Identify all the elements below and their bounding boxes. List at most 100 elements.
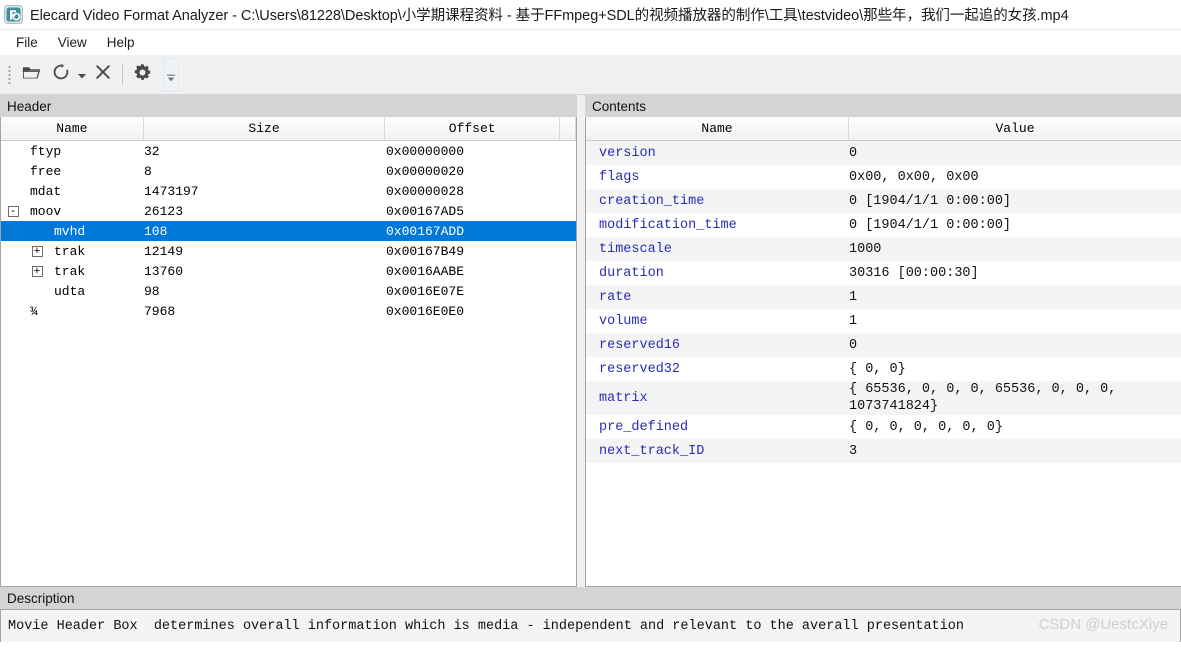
row-name-label: mdat xyxy=(30,183,62,199)
row-size-cell: 1473197 xyxy=(144,183,199,199)
column-header-content-value[interactable]: Value xyxy=(849,117,1181,140)
property-value: 0 xyxy=(849,337,858,353)
table-row[interactable]: ftyp 32 0x00000000 xyxy=(1,141,576,161)
header-panel: Header Name Size Offset ftyp 32 0x00000000… xyxy=(0,95,577,587)
list-item[interactable]: matrix { 65536, 0, 0, 0, 65536, 0, 0, 0, … xyxy=(586,381,1181,415)
property-name: rate xyxy=(599,289,632,305)
property-value: 30316 [00:00:30] xyxy=(849,265,979,281)
table-row[interactable]: udta 98 0x0016E07E xyxy=(1,281,576,301)
property-name: reserved32 xyxy=(599,361,681,377)
table-row[interactable]: mvhd 108 0x00167ADD xyxy=(1,221,576,241)
row-name-label: trak xyxy=(54,263,86,279)
row-name-label: ftyp xyxy=(30,143,62,159)
property-name: duration xyxy=(599,265,664,281)
contents-table-body: Name Value version 0 flags 0x00, 0x00, 0x00… xyxy=(585,117,1181,587)
row-size-cell: 8 xyxy=(144,163,152,179)
property-name: volume xyxy=(599,313,648,329)
contents-panel: Contents Name Value version 0 flags 0x00, 0… xyxy=(585,95,1181,587)
property-value: 1 xyxy=(849,313,858,329)
row-size-cell: 13760 xyxy=(144,263,184,279)
list-item[interactable]: duration 30316 [00:00:30] xyxy=(586,261,1181,285)
property-name: pre_defined xyxy=(599,419,689,435)
description-caption: Description xyxy=(0,587,1181,609)
folder-open-icon xyxy=(22,64,41,86)
toolbar-separator xyxy=(122,64,123,85)
caret-down-icon xyxy=(78,66,86,84)
property-name: reserved16 xyxy=(599,337,681,353)
collapse-icon[interactable]: - xyxy=(7,205,19,217)
row-name-cell: mdat xyxy=(1,184,144,199)
column-header-name[interactable]: Name xyxy=(1,117,144,140)
row-offset-cell: 0x00000000 xyxy=(386,143,465,159)
row-offset-cell: 0x0016E07E xyxy=(386,283,465,299)
row-offset-cell: 0x0016AABE xyxy=(386,263,465,279)
list-item[interactable]: creation_time 0 [1904/1/1 0:00:00] xyxy=(586,189,1181,213)
column-header-size[interactable]: Size xyxy=(143,117,386,140)
expander-slot: + xyxy=(25,265,49,277)
property-name: modification_time xyxy=(599,217,737,233)
list-item[interactable]: reserved32 { 0, 0} xyxy=(586,357,1181,381)
table-row[interactable]: + trak 12149 0x00167B49 xyxy=(1,241,576,261)
property-value: 3 xyxy=(849,443,858,459)
property-name: flags xyxy=(599,169,640,185)
row-name-cell: udta xyxy=(1,284,144,299)
row-size-cell: 32 xyxy=(144,143,160,159)
row-offset-cell: 0x00167B49 xyxy=(386,243,465,259)
table-row[interactable]: + trak 13760 0x0016AABE xyxy=(1,261,576,281)
close-x-icon xyxy=(95,64,111,85)
column-header-offset[interactable]: Offset xyxy=(385,117,561,140)
table-row[interactable]: free 8 0x00000020 xyxy=(1,161,576,181)
refresh-button[interactable] xyxy=(46,61,76,89)
description-body: Movie Header Box determines overall info… xyxy=(0,609,1181,642)
row-size-cell: 26123 xyxy=(144,203,184,219)
row-name-cell: + trak xyxy=(1,264,144,279)
table-row[interactable]: - moov 26123 0x00167AD5 xyxy=(1,201,576,221)
list-item[interactable]: flags 0x00, 0x00, 0x00 xyxy=(586,165,1181,189)
list-item[interactable]: rate 1 xyxy=(586,285,1181,309)
open-file-button[interactable] xyxy=(16,61,46,89)
expander-slot: + xyxy=(25,245,49,257)
expand-icon[interactable]: + xyxy=(31,245,43,257)
list-item[interactable]: reserved16 0 xyxy=(586,333,1181,357)
list-item[interactable]: timescale 1000 xyxy=(586,237,1181,261)
row-offset-cell: 0x0016E0E0 xyxy=(386,303,465,319)
row-offset-cell: 0x00000020 xyxy=(386,163,465,179)
row-size-cell: 7968 xyxy=(144,303,176,319)
list-item[interactable]: version 0 xyxy=(586,141,1181,165)
list-item[interactable]: modification_time 0 [1904/1/1 0:00:00] xyxy=(586,213,1181,237)
header-tree-body: Name Size Offset ftyp 32 0x00000000 free 8 0x… xyxy=(0,117,577,587)
watermark-text: CSDN @UestcXiye xyxy=(1038,616,1168,633)
row-name-cell: mvhd xyxy=(1,224,144,239)
property-value: 0 xyxy=(849,145,858,161)
property-name: timescale xyxy=(599,241,672,257)
refresh-control xyxy=(46,61,88,89)
list-item[interactable]: pre_defined { 0, 0, 0, 0, 0, 0} xyxy=(586,415,1181,439)
list-item[interactable]: next_track_ID 3 xyxy=(586,439,1181,463)
row-name-label: moov xyxy=(30,203,62,219)
row-name-label: ¾ xyxy=(30,303,38,319)
property-value: 0 [1904/1/1 0:00:00] xyxy=(849,193,1012,209)
panel-splitter[interactable] xyxy=(577,95,585,587)
list-item[interactable]: volume 1 xyxy=(586,309,1181,333)
column-header-content-name[interactable]: Name xyxy=(586,117,849,140)
property-value: 0 [1904/1/1 0:00:00] xyxy=(849,217,1012,233)
row-size-cell: 12149 xyxy=(144,243,184,259)
row-size-cell: 98 xyxy=(144,283,160,299)
settings-button[interactable] xyxy=(127,61,157,89)
table-row[interactable]: mdat 1473197 0x00000028 xyxy=(1,181,576,201)
expander-slot: - xyxy=(1,205,25,217)
menu-item-file[interactable]: File xyxy=(6,32,48,53)
contents-panel-caption: Contents xyxy=(585,95,1181,117)
menu-item-help[interactable]: Help xyxy=(97,32,145,53)
property-name: version xyxy=(599,145,656,161)
menu-item-view[interactable]: View xyxy=(48,32,97,53)
close-file-button[interactable] xyxy=(88,61,118,89)
toolbar-drag-handle[interactable] xyxy=(6,63,13,86)
row-name-label: mvhd xyxy=(54,223,86,239)
property-name: next_track_ID xyxy=(599,443,705,459)
table-row[interactable]: ¾ 7968 0x0016E0E0 xyxy=(1,301,576,321)
refresh-icon xyxy=(52,63,70,86)
expand-icon[interactable]: + xyxy=(31,265,43,277)
refresh-dropdown-button[interactable] xyxy=(76,61,88,89)
toolbar-overflow-button[interactable] xyxy=(163,58,179,92)
